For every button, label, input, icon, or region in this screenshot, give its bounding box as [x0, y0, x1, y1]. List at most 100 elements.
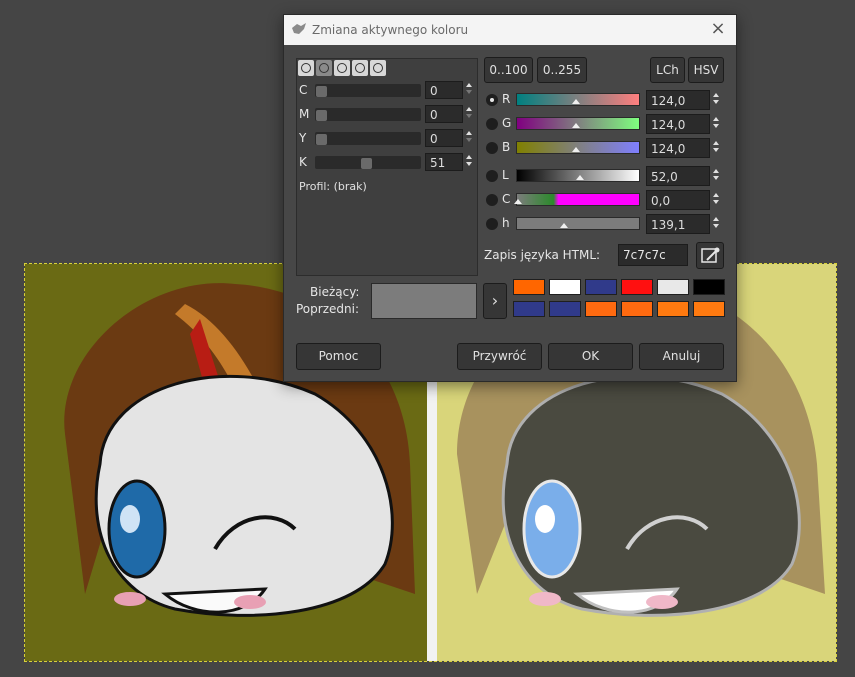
channel-value-field[interactable]: 124,0 — [646, 114, 710, 134]
color-selector-panel: C 0 M 0 Y 0 K 51 Profil: (brak) — [296, 58, 478, 276]
cmyk-row-m: M 0 — [299, 105, 477, 123]
channel-spinner[interactable] — [710, 167, 722, 185]
history-swatch[interactable] — [657, 279, 689, 295]
history-swatch[interactable] — [621, 301, 653, 317]
history-swatch[interactable] — [513, 301, 545, 317]
slider-row-l: L 52,0 — [484, 166, 724, 186]
channel-spinner[interactable] — [710, 91, 722, 109]
channel-slider[interactable] — [516, 217, 640, 230]
triangle-selector-tab[interactable] — [334, 60, 350, 76]
slider-row-h: h 139,1 — [484, 214, 724, 234]
channel-label: L — [502, 168, 509, 182]
help-button[interactable]: Pomoc — [296, 343, 381, 370]
cmyk-value-field[interactable]: 0 — [425, 105, 463, 123]
previous-color-swatch[interactable] — [372, 301, 476, 318]
color-history — [513, 279, 725, 323]
channel-slider-marker[interactable] — [560, 223, 569, 228]
cmyk-row-c: C 0 — [299, 81, 477, 99]
cmyk-selector-tab[interactable] — [316, 60, 332, 76]
cmyk-spinner[interactable] — [463, 153, 475, 171]
channel-label: C — [502, 192, 511, 206]
cmyk-spinner[interactable] — [463, 129, 475, 147]
channel-value-field[interactable]: 124,0 — [646, 138, 710, 158]
change-color-dialog: Zmiana aktywnego koloru × C 0 M 0 Y 0 K … — [283, 14, 737, 382]
reset-button[interactable]: Przywróć — [457, 343, 542, 370]
channel-slider-marker[interactable] — [572, 147, 581, 152]
range-0-100-button[interactable]: 0..100 — [484, 57, 533, 83]
color-profile-label: Profil: (brak) — [299, 180, 367, 193]
current-color-label: Bieżący: — [310, 285, 360, 299]
channel-radio[interactable] — [486, 142, 498, 154]
palette-selector-tab[interactable] — [370, 60, 386, 76]
history-swatch[interactable] — [585, 279, 617, 295]
history-swatch[interactable] — [621, 279, 653, 295]
ok-button[interactable]: OK — [548, 343, 633, 370]
channel-value-field[interactable]: 52,0 — [646, 166, 710, 186]
watercolor-selector-tab[interactable] — [352, 60, 368, 76]
gimp-selector-tab[interactable] — [298, 60, 314, 76]
channel-spinner[interactable] — [710, 215, 722, 233]
channel-value-field[interactable]: 0,0 — [646, 190, 710, 210]
color-compare-swatch — [371, 283, 477, 319]
channel-radio[interactable] — [486, 170, 498, 182]
cmyk-label: C — [299, 83, 308, 97]
channel-slider-marker[interactable] — [576, 175, 585, 180]
channel-slider-marker[interactable] — [572, 99, 581, 104]
channel-value-field[interactable]: 139,1 — [646, 214, 710, 234]
cmyk-slider-knob[interactable] — [316, 86, 327, 97]
gimp-icon — [292, 23, 306, 34]
cmyk-spinner[interactable] — [463, 105, 475, 123]
slider-row-c: C 0,0 — [484, 190, 724, 210]
channel-slider[interactable] — [516, 193, 640, 206]
channel-radio[interactable] — [486, 218, 498, 230]
cancel-button[interactable]: Anuluj — [639, 343, 724, 370]
cmyk-label: Y — [299, 131, 307, 145]
current-color-swatch — [372, 284, 476, 301]
cmyk-spinner[interactable] — [463, 81, 475, 99]
cmyk-slider[interactable] — [315, 132, 421, 145]
cmyk-value-field[interactable]: 0 — [425, 129, 463, 147]
dialog-titlebar: Zmiana aktywnego koloru × — [284, 15, 736, 45]
close-icon[interactable]: × — [708, 19, 728, 39]
cmyk-slider-knob[interactable] — [316, 134, 327, 145]
channel-spinner[interactable] — [710, 115, 722, 133]
slider-row-r: R 124,0 — [484, 90, 724, 110]
history-swatch[interactable] — [657, 301, 689, 317]
cmyk-row-y: Y 0 — [299, 129, 477, 147]
channel-label: h — [502, 216, 510, 230]
cmyk-slider[interactable] — [315, 108, 421, 121]
channel-radio[interactable] — [486, 94, 498, 106]
color-picker-button[interactable] — [696, 242, 724, 269]
channel-label: G — [502, 116, 512, 130]
html-notation-field[interactable]: 7c7c7c — [618, 244, 688, 266]
channel-spinner[interactable] — [710, 191, 722, 209]
channel-radio[interactable] — [486, 118, 498, 130]
cmyk-label: M — [299, 107, 310, 121]
cmyk-row-k: K 51 — [299, 153, 477, 171]
dialog-title: Zmiana aktywnego koloru — [312, 23, 469, 37]
cmyk-slider-knob[interactable] — [316, 110, 327, 121]
channel-spinner[interactable] — [710, 139, 722, 157]
previous-color-label: Poprzedni: — [296, 302, 359, 316]
range-0-255-button[interactable]: 0..255 — [537, 57, 587, 83]
channel-value-field[interactable]: 124,0 — [646, 90, 710, 110]
hsv-mode-button[interactable]: HSV — [688, 57, 724, 83]
history-swatch[interactable] — [513, 279, 545, 295]
channel-radio[interactable] — [486, 194, 498, 206]
history-swatch[interactable] — [549, 279, 581, 295]
add-to-history-button[interactable]: › — [483, 283, 507, 319]
history-swatch[interactable] — [549, 301, 581, 317]
channel-label: B — [502, 140, 511, 154]
cmyk-slider[interactable] — [315, 156, 421, 169]
history-swatch[interactable] — [585, 301, 617, 317]
cmyk-slider-knob[interactable] — [361, 158, 372, 169]
cmyk-value-field[interactable]: 0 — [425, 81, 463, 99]
lch-mode-button[interactable]: LCh — [650, 57, 685, 83]
channel-slider-marker[interactable] — [514, 199, 522, 204]
history-swatch[interactable] — [693, 279, 725, 295]
cmyk-value-field[interactable]: 51 — [425, 153, 463, 171]
channel-label: R — [502, 92, 511, 106]
cmyk-slider[interactable] — [315, 84, 421, 97]
history-swatch[interactable] — [693, 301, 725, 317]
channel-slider-marker[interactable] — [572, 123, 581, 128]
